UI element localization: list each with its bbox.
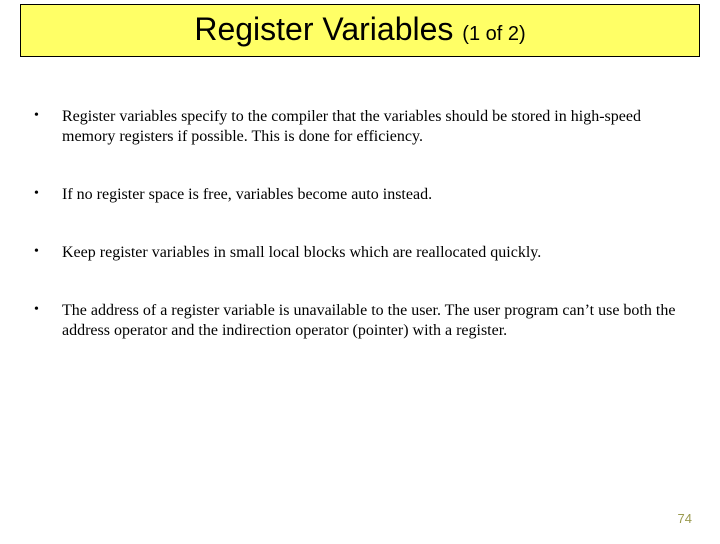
bullet-icon: • bbox=[34, 107, 62, 125]
bullet-text: Keep register variables in small local b… bbox=[62, 243, 686, 263]
bullet-icon: • bbox=[34, 301, 62, 319]
list-item: • Register variables specify to the comp… bbox=[34, 107, 686, 147]
page-number: 74 bbox=[678, 511, 692, 526]
title-bar: Register Variables (1 of 2) bbox=[20, 4, 700, 57]
slide-title: Register Variables bbox=[194, 11, 462, 47]
bullet-text: If no register space is free, variables … bbox=[62, 185, 686, 205]
slide-body: • Register variables specify to the comp… bbox=[0, 57, 720, 341]
bullet-text: Register variables specify to the compil… bbox=[62, 107, 686, 147]
list-item: • The address of a register variable is … bbox=[34, 301, 686, 341]
list-item: • Keep register variables in small local… bbox=[34, 243, 686, 263]
list-item: • If no register space is free, variable… bbox=[34, 185, 686, 205]
bullet-icon: • bbox=[34, 185, 62, 203]
slide-subtitle: (1 of 2) bbox=[462, 23, 525, 45]
bullet-text: The address of a register variable is un… bbox=[62, 301, 686, 341]
bullet-icon: • bbox=[34, 243, 62, 261]
